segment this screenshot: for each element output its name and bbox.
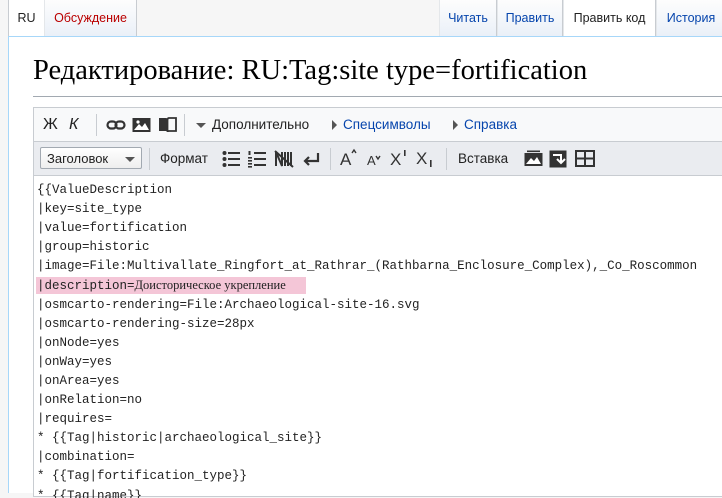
tab-history[interactable]: История <box>656 0 722 36</box>
link-icon[interactable] <box>106 116 124 134</box>
italic-button[interactable]: К <box>69 108 78 141</box>
advanced-label: Дополнительно <box>212 117 309 132</box>
tab-discussion[interactable]: Обсуждение <box>44 0 137 36</box>
wikitext-line: * {{Tag|historic|archaeological_site}} <box>37 429 722 448</box>
insert-label: Вставка <box>458 142 508 175</box>
advanced-menu[interactable]: Дополнительно <box>196 108 309 141</box>
wikitext-line: |image=File:Multivallate_Ringfort_at_Rat… <box>37 257 722 276</box>
tab-edit-source[interactable]: Править код <box>563 0 656 36</box>
wikitext-editor: Ж К Дополнительно Спецсимволы Справка За… <box>33 107 722 497</box>
special-chars-menu[interactable]: Спецсимволы <box>332 108 431 141</box>
newline-icon[interactable] <box>302 150 320 168</box>
toolbar-divider <box>96 114 97 136</box>
wikitext-line: |onWay=yes <box>37 353 722 372</box>
chevron-right-icon <box>332 120 337 130</box>
nowiki-icon[interactable] <box>274 150 292 168</box>
subscript-icon[interactable]: X <box>416 148 434 166</box>
tab-edit[interactable]: Править <box>497 0 563 36</box>
wikitext-line: |value=fortification <box>37 219 722 238</box>
small-text-icon[interactable]: A <box>365 148 383 166</box>
book-icon[interactable] <box>158 116 176 134</box>
wikitext-line: * {{Tag|fortification_type}} <box>37 467 722 486</box>
svg-text:A: A <box>340 150 352 168</box>
wikitext-line: |onArea=yes <box>37 372 722 391</box>
heading-select-value: Заголовок <box>47 151 108 166</box>
numbered-list-icon[interactable] <box>248 150 266 168</box>
svg-text:X: X <box>416 149 427 168</box>
wikitext-line: |osmcarto-rendering=File:Archaeological-… <box>37 296 722 315</box>
big-text-icon[interactable]: A <box>339 148 357 166</box>
toolbar-divider <box>446 148 447 170</box>
wikitext-line: |group=historic <box>37 238 722 257</box>
wikitext-line: |combination= <box>37 448 722 467</box>
description-value: Доисторическое укрепление <box>135 278 286 292</box>
wikitext-line: |requires= <box>37 410 722 429</box>
editor-toolbar-main: Ж К Дополнительно Спецсимволы Справка <box>34 108 722 142</box>
description-key: |description= <box>37 279 135 293</box>
wikitext-line: |key=site_type <box>37 200 722 219</box>
gallery-icon[interactable] <box>524 150 542 168</box>
chevron-down-icon <box>125 157 135 162</box>
bold-button[interactable]: Ж <box>43 108 58 141</box>
tab-read[interactable]: Читать <box>439 0 497 36</box>
wikitext-line: |onRelation=no <box>37 391 722 410</box>
chevron-right-icon <box>453 120 458 130</box>
title-divider <box>33 96 722 97</box>
content-area: Редактирование: RU:Tag:site type=fortifi… <box>8 36 722 493</box>
editor-toolbar-secondary: Заголовок Формат A A <box>34 142 722 176</box>
tab-page[interactable]: RU <box>8 0 45 36</box>
help-label: Справка <box>464 117 517 132</box>
redirect-icon[interactable] <box>549 150 567 168</box>
page-tabs: RU Обсуждение Читать Править Править код… <box>0 0 722 40</box>
page-title: Редактирование: RU:Tag:site type=fortifi… <box>33 55 587 87</box>
wikitext-line: {{ValueDescription <box>37 181 722 200</box>
special-chars-label: Спецсимволы <box>343 117 431 132</box>
format-label: Формат <box>160 142 208 175</box>
toolbar-divider <box>330 148 331 170</box>
wikitext-line: |osmcarto-rendering-size=28px <box>37 315 722 334</box>
image-icon[interactable] <box>132 116 150 134</box>
wikitext-line: * {{Tag|name}} <box>37 487 722 498</box>
wikitext-line: |onNode=yes <box>37 334 722 353</box>
toolbar-divider <box>149 148 150 170</box>
chevron-down-icon <box>196 123 206 128</box>
wikitext-line-highlighted: |description=Доисторическое укрепление <box>37 276 722 295</box>
table-icon[interactable] <box>575 150 593 168</box>
svg-text:A: A <box>367 153 376 168</box>
heading-select[interactable]: Заголовок <box>40 147 142 169</box>
superscript-icon[interactable]: X <box>390 148 408 166</box>
help-menu[interactable]: Справка <box>453 108 517 141</box>
bulleted-list-icon[interactable] <box>222 150 240 168</box>
wikitext-textarea[interactable]: {{ValueDescription |key=site_type |value… <box>34 176 722 498</box>
svg-text:X: X <box>390 150 401 168</box>
toolbar-divider <box>184 114 185 136</box>
